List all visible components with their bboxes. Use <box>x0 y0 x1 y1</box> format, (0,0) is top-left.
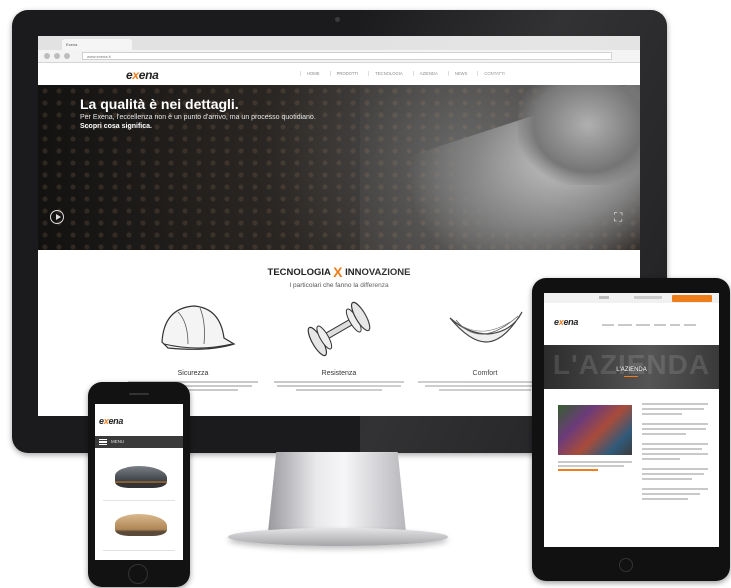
tablet-body-text <box>642 403 708 500</box>
feature-resistenza[interactable]: Resistenza <box>264 298 414 393</box>
tablet-topbar-flags[interactable] <box>599 296 609 299</box>
play-icon[interactable] <box>50 210 64 224</box>
nav-item-news[interactable]: NEWS <box>447 71 467 76</box>
hero-title: La qualità è nei dettagli. <box>80 96 239 112</box>
feature-description <box>264 381 414 391</box>
tablet-nav <box>602 324 696 326</box>
tablet-screen: exena L'AZIENDA L'AZIENDA <box>544 293 719 547</box>
product-divider <box>103 500 175 501</box>
nav-item-tecnologia[interactable]: TECNOLOGIA <box>368 71 403 76</box>
main-nav: HOME PRODOTTI TECNOLOGIA AZIENDA NEWS CO… <box>300 71 505 76</box>
phone-home-button[interactable] <box>128 564 148 584</box>
hero-cta-link[interactable]: Scopri cosa significa. <box>80 123 152 130</box>
reload-icon[interactable] <box>64 53 70 59</box>
tablet-banner-title: L'AZIENDA <box>616 367 647 373</box>
feature-label: Sicurezza <box>177 370 209 377</box>
forward-icon[interactable] <box>54 53 60 59</box>
features-title-x: X <box>333 264 343 280</box>
logo-suffix: ena <box>138 68 159 82</box>
tablet-topbar-link[interactable] <box>634 296 662 299</box>
browser-tab-bar: Exena <box>38 36 640 50</box>
browser-tab[interactable]: Exena <box>62 39 132 50</box>
tablet-logo[interactable]: exena <box>554 317 578 327</box>
product-image-shoe-grey[interactable] <box>115 466 167 488</box>
helmet-icon <box>148 298 238 360</box>
tablet-factory-photo[interactable] <box>558 405 632 455</box>
phone-menu-bar[interactable]: MENU <box>95 436 183 448</box>
monitor-stand <box>268 452 406 532</box>
back-icon[interactable] <box>44 53 50 59</box>
tablet-nav-item[interactable] <box>602 324 614 326</box>
tablet-nav-item[interactable] <box>684 324 696 326</box>
tablet-nav-item[interactable] <box>670 324 680 326</box>
features-title-left: TECNOLOGIA <box>267 267 331 278</box>
nav-item-prodotti[interactable]: PRODOTTI <box>329 71 358 76</box>
hero-subtitle: Per Exena, l'eccellenza non è un punto d… <box>80 114 316 121</box>
hero-image-glove <box>518 85 640 185</box>
tablet-nav-item[interactable] <box>618 324 632 326</box>
logo-suffix: ena <box>563 317 579 327</box>
phone-speaker <box>129 393 149 395</box>
feature-label: Resistenza <box>321 370 357 377</box>
features-title-right: INNOVAZIONE <box>345 267 411 278</box>
nav-item-azienda[interactable]: AZIENDA <box>412 71 438 76</box>
tablet-banner-accent <box>624 376 638 377</box>
tablet-topbar <box>544 293 719 303</box>
tablet-orange-button[interactable] <box>672 295 712 302</box>
nav-item-home[interactable]: HOME <box>300 71 320 76</box>
hamburger-menu-icon[interactable] <box>99 439 107 445</box>
logo-suffix: ena <box>108 416 124 426</box>
fullscreen-icon[interactable]: ⛶ <box>614 211 622 223</box>
phone-menu-label: MENU <box>111 439 125 444</box>
monitor-camera <box>335 17 340 22</box>
phone-logo[interactable]: exena <box>99 416 123 426</box>
dumbbell-icon <box>294 298 384 360</box>
nav-item-contatti[interactable]: CONTATTI <box>477 71 505 76</box>
product-image-shoe-tan[interactable] <box>115 514 167 536</box>
address-bar[interactable]: www.exena.it <box>82 52 612 60</box>
phone-screen: exena MENU <box>95 404 183 560</box>
tablet-nav-item[interactable] <box>636 324 650 326</box>
tablet-photo-caption <box>558 461 632 471</box>
product-divider <box>103 550 175 551</box>
site-logo[interactable]: exena <box>126 68 159 82</box>
tablet-banner: L'AZIENDA L'AZIENDA <box>544 345 719 389</box>
monitor-stand-base <box>228 528 448 546</box>
tablet-nav-item[interactable] <box>654 324 666 326</box>
tablet-home-button[interactable] <box>619 558 633 572</box>
comfort-icon <box>440 298 530 360</box>
feature-sicurezza[interactable]: Sicurezza <box>118 298 268 393</box>
